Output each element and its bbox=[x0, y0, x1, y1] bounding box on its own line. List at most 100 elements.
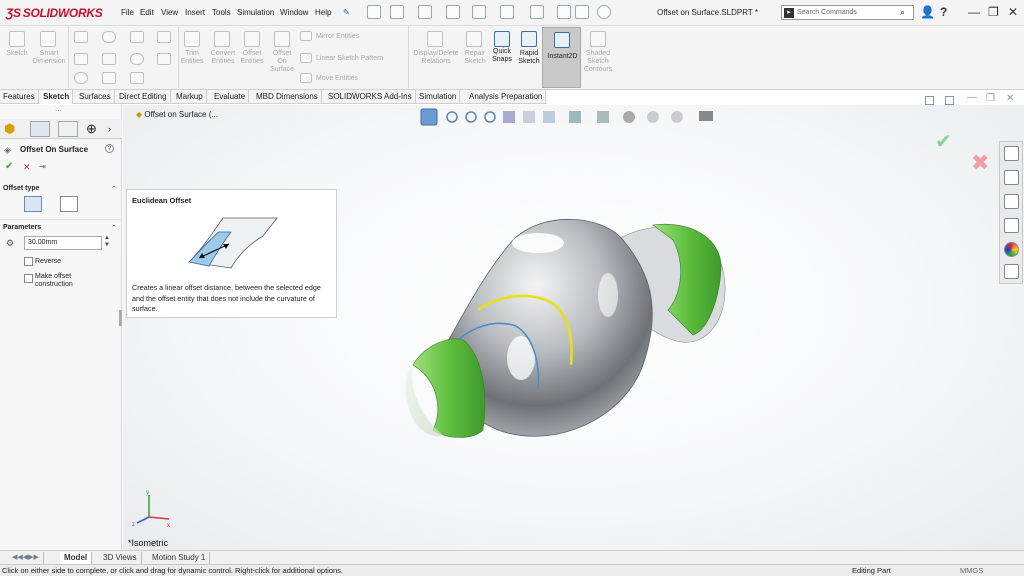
rebuild-icon[interactable] bbox=[557, 5, 571, 19]
chevron-up-icon[interactable]: ⌃ bbox=[111, 185, 117, 193]
edit-appearance-icon[interactable] bbox=[623, 111, 635, 123]
offset-on-surface-icon[interactable] bbox=[274, 31, 290, 47]
convert-entities-icon[interactable] bbox=[214, 31, 230, 47]
mirror-entities-button[interactable]: Mirror Entities bbox=[316, 33, 359, 41]
parameters-section-header[interactable]: Parameters bbox=[3, 224, 41, 231]
configuration-manager-tab-icon[interactable] bbox=[58, 121, 78, 137]
move-entities-icon[interactable] bbox=[300, 73, 312, 83]
dynamic-annotation-icon[interactable] bbox=[523, 111, 535, 123]
rectangle-icon[interactable] bbox=[74, 53, 88, 65]
tab-direct-editing[interactable]: Direct Editing bbox=[116, 90, 171, 104]
menu-tools[interactable]: Tools bbox=[212, 8, 231, 17]
minimize-icon[interactable]: — bbox=[968, 5, 980, 19]
feature-tree-flyout[interactable]: ◆ Offset on Surface (... bbox=[136, 110, 218, 119]
linear-pattern-icon[interactable] bbox=[300, 53, 312, 63]
search-commands-input[interactable]: ▸ Search Commands ⌕ bbox=[781, 5, 914, 20]
file-explorer-icon[interactable] bbox=[1004, 194, 1019, 209]
tab-markup[interactable]: Markup bbox=[173, 90, 207, 104]
menu-window[interactable]: Window bbox=[280, 8, 308, 17]
euclidean-offset-button[interactable] bbox=[24, 196, 42, 212]
repair-sketch-icon[interactable] bbox=[466, 31, 482, 47]
offset-distance-input[interactable]: 30.00mm bbox=[24, 236, 102, 250]
shaded-sketch-contours-button[interactable]: Shaded Sketch Contours bbox=[582, 50, 614, 74]
distance-spinner[interactable]: ▲ ▼ bbox=[104, 235, 110, 249]
save-icon[interactable] bbox=[446, 5, 460, 19]
quick-snaps-button[interactable]: Quick Snaps bbox=[489, 48, 515, 64]
pushpin-icon[interactable]: ⇥ bbox=[39, 162, 46, 171]
open-icon[interactable] bbox=[418, 5, 432, 19]
file-properties-icon[interactable] bbox=[575, 5, 589, 19]
display-delete-relations-button[interactable]: Display/Delete Relations bbox=[410, 50, 462, 66]
view-orientation-dropdown-icon[interactable] bbox=[543, 111, 555, 123]
section-view-icon[interactable] bbox=[503, 111, 515, 123]
view-settings-icon[interactable] bbox=[671, 111, 683, 123]
panel-splitter[interactable] bbox=[119, 310, 122, 326]
view-orientation-icon[interactable] bbox=[420, 108, 438, 126]
graphics-close-icon[interactable]: ✕ bbox=[1006, 93, 1014, 104]
graphics-maximize-icon[interactable]: ❐ bbox=[986, 93, 995, 104]
trim-entities-icon[interactable] bbox=[184, 31, 200, 47]
arc-icon[interactable] bbox=[102, 53, 116, 65]
menu-insert[interactable]: Insert bbox=[185, 8, 205, 17]
reverse-checkbox[interactable] bbox=[24, 257, 33, 266]
select-icon[interactable] bbox=[530, 5, 544, 19]
confirm-check-icon[interactable]: ✔ bbox=[935, 129, 952, 154]
tab-scroll-arrows[interactable]: ◀◀◀▶▶ bbox=[8, 552, 44, 564]
monitor-icon[interactable] bbox=[699, 111, 713, 121]
instant2d-button[interactable]: Instant2D bbox=[542, 27, 581, 88]
dimxpert-tab-icon[interactable]: ⊕ bbox=[86, 121, 106, 137]
search-scope-icon[interactable]: ▸ bbox=[784, 8, 794, 18]
circle-icon[interactable] bbox=[102, 31, 116, 43]
tab-sketch[interactable]: Sketch bbox=[40, 90, 74, 104]
cancel-x-icon[interactable]: ✖ bbox=[971, 150, 989, 176]
plane-icon[interactable] bbox=[157, 53, 171, 65]
undo-icon[interactable] bbox=[500, 5, 514, 19]
appearances-icon[interactable] bbox=[1004, 242, 1019, 257]
geodesic-offset-button[interactable] bbox=[60, 196, 78, 212]
offset-entities-button[interactable]: Offset Entities bbox=[238, 50, 266, 66]
3d-model[interactable] bbox=[403, 215, 743, 455]
search-icon[interactable]: ⌕ bbox=[900, 7, 905, 18]
menu-help[interactable]: Help bbox=[315, 8, 331, 17]
custom-properties-icon[interactable] bbox=[1004, 264, 1019, 279]
close-icon[interactable]: ✕ bbox=[1008, 5, 1018, 19]
smart-dimension-icon[interactable] bbox=[40, 31, 56, 47]
menu-simulation[interactable]: Simulation bbox=[237, 8, 274, 17]
line-icon[interactable] bbox=[74, 31, 88, 43]
zoom-area-icon[interactable] bbox=[465, 111, 477, 123]
feature-manager-tab-icon[interactable]: ⬢ bbox=[4, 121, 24, 137]
tab-motion-study-1[interactable]: Motion Study 1 bbox=[148, 552, 211, 564]
construction-checkbox[interactable] bbox=[24, 274, 33, 283]
panel-grip[interactable]: ⋯ bbox=[55, 107, 62, 115]
help-icon[interactable]: ? bbox=[940, 5, 947, 19]
mirror-entities-icon[interactable] bbox=[300, 31, 312, 41]
chevron-up-icon[interactable]: ⌃ bbox=[111, 224, 117, 232]
offset-on-surface-button[interactable]: Offset On Surface bbox=[268, 50, 296, 74]
sketch-icon[interactable] bbox=[9, 31, 25, 47]
property-manager-tab-icon[interactable] bbox=[30, 121, 50, 137]
tab-3d-views[interactable]: 3D Views bbox=[99, 552, 142, 564]
tab-surfaces[interactable]: Surfaces bbox=[76, 90, 115, 104]
tab-analysis-preparation[interactable]: Analysis Preparation bbox=[466, 90, 547, 104]
tab-features[interactable]: Features bbox=[0, 90, 39, 104]
point-icon[interactable] bbox=[157, 31, 171, 43]
tab-simulation[interactable]: Simulation bbox=[416, 90, 461, 104]
menu-file[interactable]: File bbox=[121, 8, 134, 17]
home-icon[interactable] bbox=[367, 5, 381, 19]
panel-more-icon[interactable]: › bbox=[108, 121, 128, 137]
trim-entities-button[interactable]: Trim Entities bbox=[179, 50, 205, 66]
zoom-fit-icon[interactable] bbox=[446, 111, 458, 123]
pin-icon[interactable]: ✎ bbox=[343, 8, 350, 17]
rapid-sketch-icon[interactable] bbox=[521, 31, 537, 47]
repair-sketch-button[interactable]: Repair Sketch bbox=[462, 50, 488, 66]
options-gear-icon[interactable] bbox=[597, 5, 611, 19]
solidworks-logo[interactable]: ƷS SOLIDWORKS bbox=[6, 6, 103, 20]
graphics-tile-icon[interactable] bbox=[945, 96, 954, 105]
tab-model[interactable]: Model bbox=[60, 552, 93, 564]
restore-icon[interactable]: ❐ bbox=[988, 5, 999, 19]
graphics-restore-icon[interactable] bbox=[925, 96, 934, 105]
print-icon[interactable] bbox=[472, 5, 486, 19]
solidworks-resources-home-icon[interactable] bbox=[1004, 146, 1019, 161]
user-icon[interactable]: 👤 bbox=[920, 5, 935, 19]
offset-entities-icon[interactable] bbox=[244, 31, 260, 47]
